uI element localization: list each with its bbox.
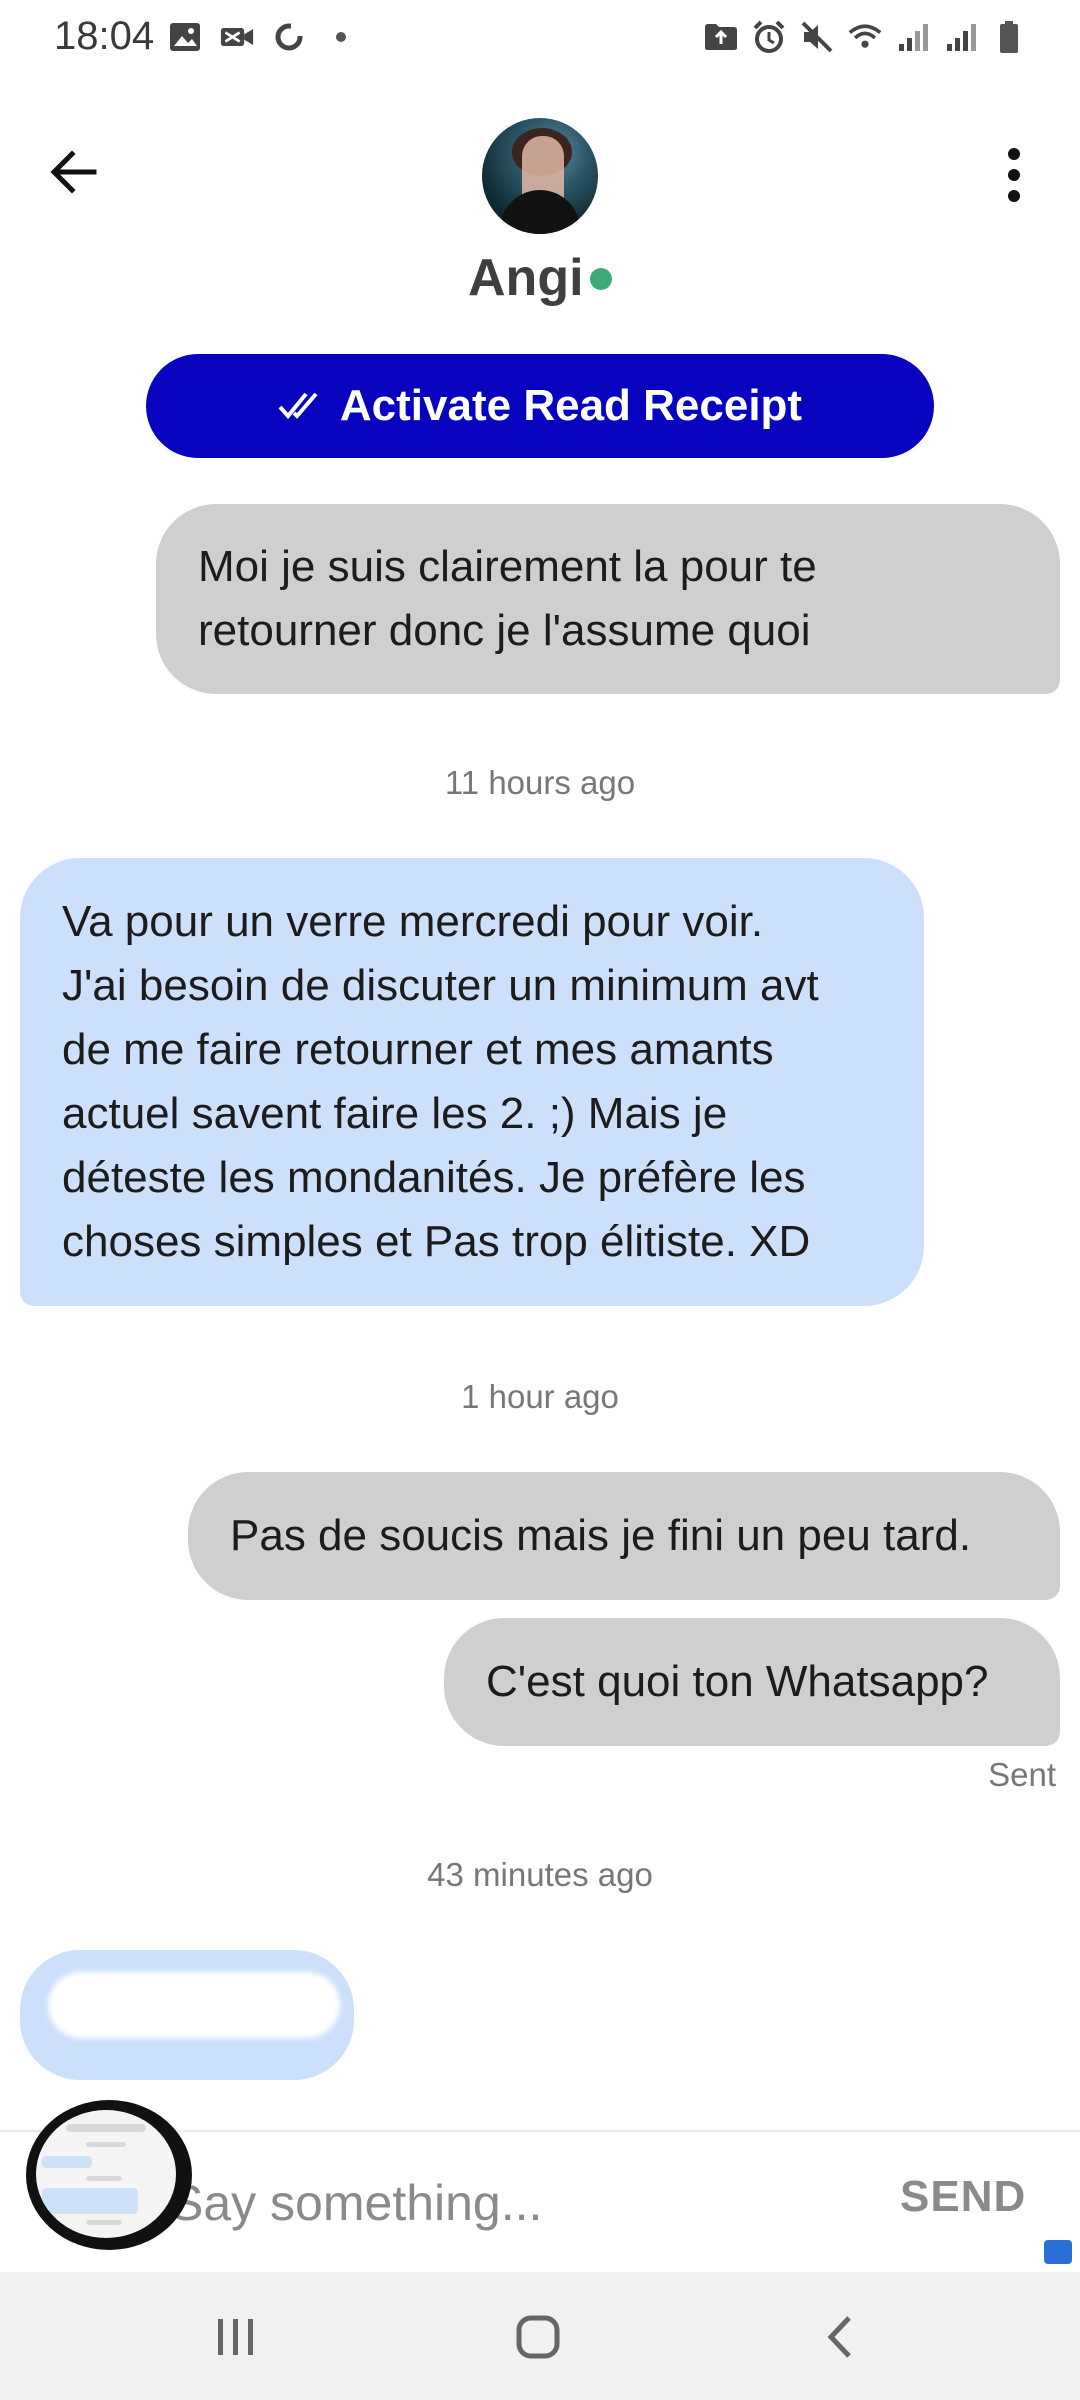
send-button[interactable]: SEND: [900, 2172, 1026, 2222]
avatar[interactable]: [482, 118, 598, 234]
activate-read-receipt-button[interactable]: Activate Read Receipt: [146, 354, 934, 458]
timestamp-separator: 1 hour ago: [461, 1378, 619, 1415]
status-time: 18:04: [54, 14, 155, 58]
contact-name[interactable]: Angi: [468, 248, 584, 308]
back-button[interactable]: [42, 140, 106, 204]
wifi-icon: [848, 20, 882, 54]
image-icon: [168, 20, 202, 54]
double-check-icon: [278, 392, 318, 420]
message-bubble-outgoing[interactable]: Moi je suis clairement la pour te retour…: [156, 504, 1060, 694]
upload-badge-icon: [1044, 2240, 1072, 2264]
more-vertical-icon: [1008, 148, 1020, 202]
screenshot-thumbnail-overlay[interactable]: [26, 2100, 192, 2250]
status-right-icons: [704, 20, 1026, 54]
signal-icon: [896, 20, 930, 54]
chevron-left-icon: [827, 2316, 851, 2358]
arrow-left-icon: [50, 150, 97, 194]
more-options-button[interactable]: [990, 140, 1038, 210]
message-text: C'est quoi ton Whatsapp?: [486, 1657, 989, 1706]
message-bubble-outgoing[interactable]: Pas de soucis mais je fini un peu tard.: [188, 1472, 1060, 1600]
home-icon: [516, 2315, 560, 2359]
mute-icon: [800, 20, 834, 54]
status-left-icons: [168, 20, 358, 54]
navigation-bar: [0, 2272, 1080, 2400]
read-receipt-label: Activate Read Receipt: [339, 381, 803, 430]
sync-icon: [272, 20, 306, 54]
video-icon: [220, 20, 254, 54]
status-bar: 18:04: [0, 0, 1080, 80]
signal-r-icon: [944, 20, 978, 54]
message-text: Pas de soucis mais je fini un peu tard.: [230, 1511, 972, 1560]
message-bubble-outgoing[interactable]: C'est quoi ton Whatsapp?: [444, 1618, 1060, 1746]
home-button[interactable]: [498, 2302, 578, 2372]
message-bubble-incoming[interactable]: Va pour un verre mercredi pour voir. J'a…: [20, 858, 924, 1306]
message-text: Moi je suis clairement la pour te retour…: [198, 542, 817, 655]
redaction-mark: [48, 1972, 340, 2038]
folder-icon: [704, 20, 738, 54]
recent-apps-button[interactable]: [196, 2302, 276, 2372]
message-text: Va pour un verre mercredi pour voir. J'a…: [62, 897, 819, 1266]
message-input[interactable]: [170, 2168, 870, 2238]
recent-apps-icon: [218, 2319, 253, 2355]
battery-icon: [992, 20, 1026, 54]
dot-icon: [324, 20, 358, 54]
timestamp-separator: 43 minutes ago: [427, 1856, 653, 1893]
back-nav-button[interactable]: [800, 2302, 880, 2372]
alarm-icon: [752, 20, 786, 54]
online-status-dot: [590, 268, 612, 290]
message-bubble-incoming-redacted[interactable]: [20, 1950, 354, 2080]
message-status: Sent: [988, 1756, 1056, 1793]
timestamp-separator: 11 hours ago: [444, 764, 636, 801]
